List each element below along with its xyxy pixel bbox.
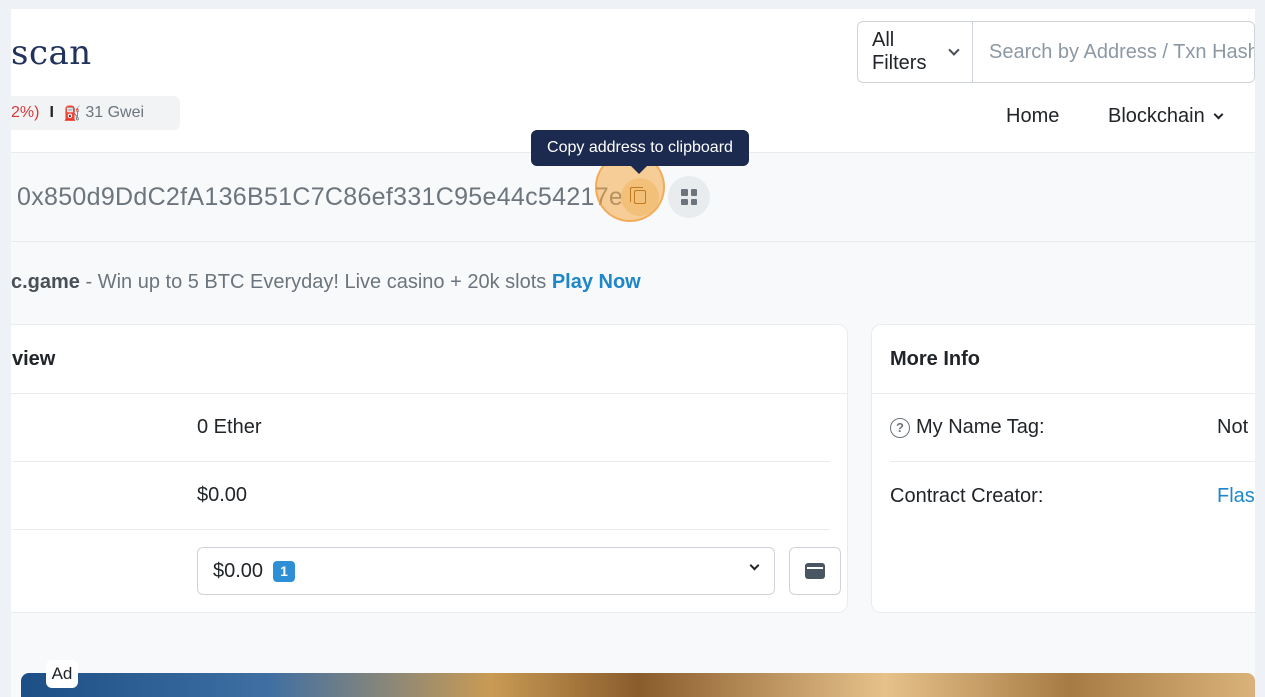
sponsor-text: - Win up to 5 BTC Everyday! Live casino … [79,271,552,293]
sponsor-name[interactable]: c.game [11,271,80,293]
price-change: 2%) [11,104,40,121]
token-count-badge: 1 [273,560,296,582]
nav-blockchain-label: Blockchain [1108,105,1205,127]
wallet-button[interactable] [789,547,841,595]
nav-home[interactable]: Home [1006,105,1059,128]
copy-icon [630,187,646,204]
help-icon[interactable]: ? [890,417,910,438]
contract-creator-link[interactable]: Flas [1217,485,1255,508]
overview-title: view [11,325,847,394]
browser-viewport: scan 2%) I ⛽ 31 Gwei All Filters Home Bl… [11,9,1255,697]
name-tag-value: Not [1217,416,1249,438]
contract-creator-row: Contract Creator: Flas [890,462,1255,530]
play-now-link[interactable]: Play Now [552,271,641,293]
gas-pump-icon: ⛽ [63,104,82,121]
chevron-down-icon [1213,109,1224,120]
eth-balance: 0 Ether [197,416,262,438]
more-info-card: More Info ? My Name Tag: Not Contract Cr… [871,324,1255,613]
value-row: $0.00 [12,462,830,530]
name-tag-label: My Name Tag: [916,416,1045,438]
ad-label: Ad [46,660,78,688]
eth-value: $0.00 [197,484,248,506]
holdings-value: $0.00 [213,559,264,582]
nav-blockchain[interactable]: Blockchain [1108,105,1224,128]
search-input[interactable] [973,22,1254,82]
contract-address: 0x850d9DdC2fA136B51C7C86ef331C95e44c5421… [17,183,624,211]
token-holdings-dropdown[interactable]: $0.00 1 [197,547,775,595]
balance-row: 0 Ether [12,394,830,462]
copy-tooltip: Copy address to clipboard [531,130,749,174]
network-stats-bar: 2%) I ⛽ 31 Gwei [11,96,180,130]
name-tag-row: ? My Name Tag: Not [890,394,1255,462]
qr-code-button[interactable] [668,176,710,218]
chevron-down-icon [749,560,760,571]
gas-price[interactable]: 31 Gwei [85,104,144,122]
overview-card: view 0 Ether $0.00 $0.00 1 [11,324,848,613]
filter-dropdown[interactable]: All Filters [858,22,973,82]
wallet-icon [805,563,825,579]
more-info-title: More Info [872,325,1255,394]
filter-dropdown-label: All Filters [872,29,927,74]
ad-banner-image[interactable] [21,673,1255,697]
stats-separator: I [49,104,54,121]
site-logo[interactable]: scan [11,33,92,73]
copy-address-button[interactable] [621,178,659,216]
qr-code-icon [681,189,697,205]
sponsored-banner: c.game - Win up to 5 BTC Everyday! Live … [11,271,641,294]
search-bar: All Filters [857,21,1255,83]
contract-creator-label: Contract Creator: [890,484,1044,507]
